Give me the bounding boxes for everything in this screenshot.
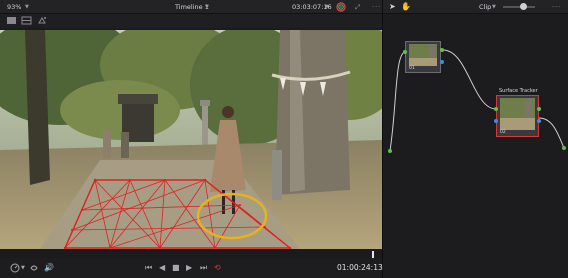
output-pin[interactable]: [562, 146, 566, 150]
pointer-icon[interactable]: ➤: [389, 2, 396, 12]
wipe-icon[interactable]: [37, 16, 48, 25]
node-input-pin[interactable]: [403, 50, 407, 54]
node-output-pin[interactable]: [537, 107, 541, 111]
top-toolbar: 93% ▼ Timeline 1 ▼ 03:03:07:16 ▼ ⤢ ··· ➤…: [0, 0, 568, 14]
node-key-input-pin[interactable]: [494, 119, 498, 123]
node-thumbnail: [409, 44, 437, 66]
node-01[interactable]: 01: [405, 41, 441, 73]
chevron-down-icon[interactable]: ▼: [492, 2, 496, 12]
viewer-toolbar: [0, 14, 382, 28]
color-wheel-icon[interactable]: [336, 2, 346, 12]
transport-bar: ▼ 🔊 ⏮ ◀ ■ ▶ ⏭ ⟲ 01:00:24:13: [0, 258, 383, 278]
more-options-icon[interactable]: ···: [552, 2, 561, 12]
viewer-frame[interactable]: [0, 30, 382, 249]
play-icon[interactable]: ▶: [186, 263, 192, 273]
node-thumbnail: [500, 98, 535, 130]
fullscreen-icon[interactable]: ⤢: [355, 2, 360, 12]
hand-icon[interactable]: ✋: [401, 2, 411, 12]
node-output-pin[interactable]: [440, 48, 444, 52]
node-title: Surface Tracker: [499, 88, 538, 94]
timeline-title[interactable]: Timeline 1: [175, 2, 209, 12]
record-timecode: 01:00:24:13: [337, 263, 383, 272]
loop-menu-icon[interactable]: [29, 263, 39, 273]
source-input-pin[interactable]: [388, 149, 392, 153]
node-key-output-pin[interactable]: [537, 119, 541, 123]
zoom-level[interactable]: 93%: [7, 2, 21, 12]
stop-icon[interactable]: ■: [172, 263, 180, 273]
node-input-pin[interactable]: [494, 107, 498, 111]
speed-menu-icon[interactable]: [10, 263, 20, 273]
loop-icon[interactable]: ⟲: [214, 263, 221, 273]
node-02-surface-tracker[interactable]: 02: [496, 95, 539, 137]
go-to-first-frame-icon[interactable]: ⏮: [145, 263, 152, 273]
chevron-down-icon[interactable]: ▼: [205, 2, 209, 12]
chevron-down-icon[interactable]: ▼: [25, 2, 29, 12]
node-zoom-slider-handle[interactable]: [520, 3, 527, 10]
node-mode-select[interactable]: Clip: [479, 2, 491, 12]
node-label: 01: [409, 66, 415, 71]
step-back-icon[interactable]: ◀: [159, 263, 165, 273]
split-viewer-icon[interactable]: [21, 16, 32, 25]
node-zoom-slider[interactable]: [503, 6, 535, 8]
audio-icon[interactable]: 🔊: [44, 263, 54, 273]
step-forward-icon[interactable]: ⏭: [200, 263, 207, 273]
node-editor[interactable]: 01 Surface Tracker 02: [383, 14, 568, 278]
chevron-down-icon[interactable]: ▼: [325, 2, 329, 12]
node-label: 02: [500, 130, 506, 135]
more-options-icon[interactable]: ···: [372, 2, 381, 12]
timeline-scrubber[interactable]: [0, 250, 382, 258]
viewer-image: [0, 30, 382, 249]
node-key-output-pin[interactable]: [440, 60, 444, 64]
single-viewer-icon[interactable]: [6, 16, 17, 25]
playhead[interactable]: [372, 251, 374, 258]
chevron-down-icon[interactable]: ▼: [21, 263, 25, 273]
